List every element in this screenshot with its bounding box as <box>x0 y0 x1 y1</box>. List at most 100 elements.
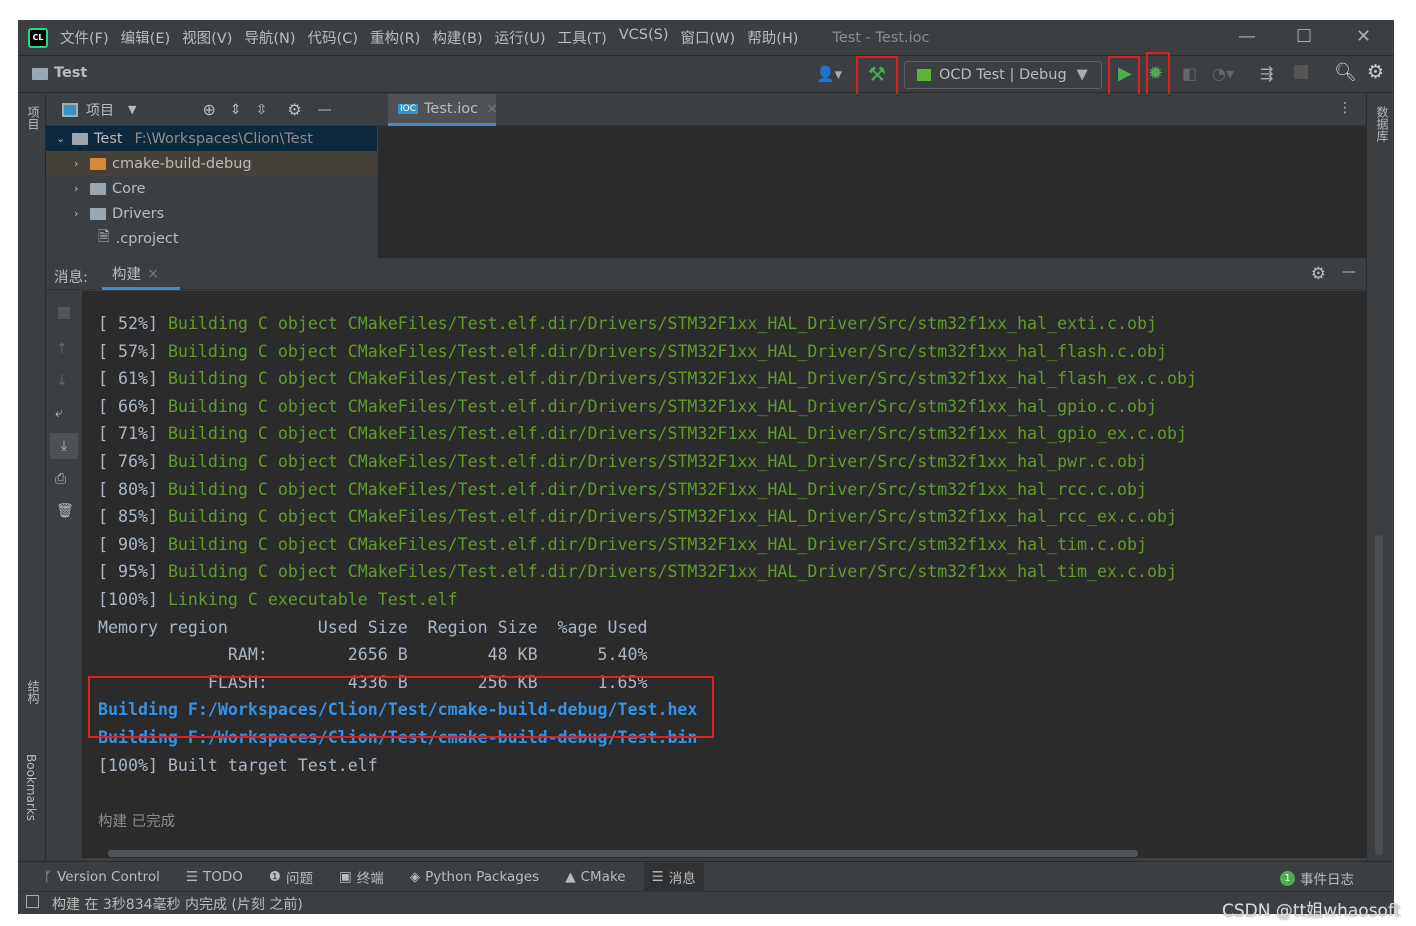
close-tab-icon[interactable]: × <box>147 266 159 282</box>
tree-item[interactable]: ⌄ Test F:\Workspaces\Clion\Test <box>46 126 377 151</box>
toolwindow-label: 终端 <box>356 870 384 887</box>
navigation-bar: Test 👤▾ ⚒ OCD Test | Debug ▼ ▶ ✹ ◧ ◔▾ ⇶ … <box>18 57 1394 93</box>
menu-item[interactable]: 帮助(H) <box>747 27 798 48</box>
menu-item[interactable]: 运行(U) <box>495 27 546 48</box>
minimize-button[interactable]: — <box>1238 26 1256 47</box>
menu-item[interactable]: 代码(C) <box>308 27 358 48</box>
menu-item[interactable]: 导航(N) <box>244 27 295 48</box>
project-tool-button[interactable]: 项目 <box>25 106 42 130</box>
tab-label: 构建 <box>112 267 141 283</box>
tree-item[interactable]: › Core <box>46 176 377 201</box>
search-icon[interactable]: 🔍︎ <box>1334 62 1357 83</box>
toolwindow-label: 消息 <box>668 870 696 887</box>
chevron-right-icon[interactable]: › <box>74 157 90 170</box>
toolwindow-terminal[interactable]: ▣ 终端 <box>339 867 384 887</box>
attach-icon[interactable]: ⇶ <box>1260 64 1273 83</box>
scroll-to-end-icon[interactable]: ⤓ <box>50 433 78 459</box>
project-view-icon <box>62 102 78 117</box>
toolwindow-cmake[interactable]: ▲ CMake <box>565 869 625 885</box>
gear-icon[interactable]: ⚙ <box>1367 61 1384 83</box>
folder-icon <box>90 207 106 220</box>
soft-wrap-icon[interactable]: ⤶ <box>55 405 63 421</box>
menu-item[interactable]: 构建(B) <box>432 27 482 48</box>
bookmarks-tool-button[interactable]: Bookmarks <box>24 754 38 821</box>
menu-item[interactable]: 窗口(W) <box>681 27 736 48</box>
tree-item[interactable]: › Drivers <box>46 201 377 226</box>
chevron-right-icon[interactable]: › <box>74 207 90 220</box>
problems-icon: ❶ <box>268 868 281 885</box>
menu-item[interactable]: 重构(R) <box>370 27 420 48</box>
file-icon: 🗎 <box>98 229 110 245</box>
expand-all-icon[interactable]: ⇕ <box>230 102 242 118</box>
database-tool-button[interactable]: 数据库 <box>1374 106 1391 142</box>
folder-icon <box>90 157 106 170</box>
close-tab-icon[interactable]: × <box>486 101 498 117</box>
menu-item[interactable]: 工具(T) <box>558 27 607 48</box>
run-config-select[interactable]: OCD Test | Debug ▼ <box>904 61 1102 89</box>
horizontal-scrollbar[interactable] <box>108 850 1138 857</box>
progress-prefix: [ 61%] <box>98 369 168 389</box>
hide-icon[interactable]: — <box>318 102 332 118</box>
arrow-up-icon[interactable]: ↑ <box>56 341 68 357</box>
toolwindow-label: TODO <box>202 868 243 885</box>
profile-icon[interactable]: ◔▾ <box>1212 64 1234 83</box>
console-line: [ 80%] Building C object CMakeFiles/Test… <box>98 476 1147 503</box>
menu-item[interactable]: 视图(V) <box>182 27 232 48</box>
chevron-down-icon[interactable]: ▼ <box>128 103 136 116</box>
tab-test-ioc[interactable]: IOC Test.ioc × <box>388 94 498 126</box>
debug-highlight <box>1146 52 1170 98</box>
user-icon[interactable]: 👤▾ <box>816 65 842 83</box>
more-icon[interactable]: ⋮ <box>1338 100 1352 116</box>
tree-item[interactable]: 🗎 .cproject <box>46 226 377 251</box>
watermark: CSDN @tt姐whaosoft <box>1222 901 1401 921</box>
stop-icon[interactable] <box>58 307 70 319</box>
menu-item[interactable]: VCS(S) <box>619 27 669 48</box>
tab-build[interactable]: 构建 × <box>102 260 180 290</box>
structure-tool-button[interactable]: 结构 <box>25 680 42 704</box>
progress-prefix: [ 76%] <box>98 452 168 471</box>
vertical-scrollbar[interactable] <box>1375 535 1383 855</box>
console-line: [ 85%] Building C object CMakeFiles/Test… <box>98 503 1177 530</box>
progress-prefix: [ 71%] <box>98 424 168 444</box>
console-text: Building C object CMakeFiles/Test.elf.di… <box>167 562 1177 582</box>
toolwindow-todo[interactable]: ☰ TODO <box>186 869 243 885</box>
toolwindow-version-control[interactable]: ᚴ Version Control <box>44 869 160 885</box>
toolwindow-label: CMake <box>580 868 626 885</box>
close-button[interactable]: ✕ <box>1356 26 1371 47</box>
console-line: [ 66%] Building C object CMakeFiles/Test… <box>98 393 1157 420</box>
trash-icon[interactable]: 🗑︎ <box>56 503 74 519</box>
toolwindow-problems[interactable]: ❶ 问题 <box>269 867 313 887</box>
tree-item-label: Test <box>94 130 123 147</box>
toolwindow-messages[interactable]: ☰ 消息 <box>643 862 704 891</box>
locate-icon[interactable]: ⊕ <box>202 100 215 119</box>
arrow-down-icon[interactable]: ↓ <box>56 373 68 389</box>
coverage-icon[interactable]: ◧ <box>1182 64 1197 83</box>
toolwindow-python-packages[interactable]: ◈ Python Packages <box>410 869 539 885</box>
print-icon[interactable]: ⎙ <box>55 471 66 487</box>
chevron-right-icon[interactable]: › <box>74 182 90 195</box>
hide-icon[interactable]: — <box>1342 264 1356 280</box>
messages-label: 消息: <box>54 270 88 286</box>
collapse-all-icon[interactable]: ⇳ <box>256 102 268 118</box>
menu-item[interactable]: 文件(F) <box>60 27 109 48</box>
console-text: Building C object CMakeFiles/Test.elf.di… <box>167 314 1157 333</box>
maximize-button[interactable]: ☐ <box>1296 26 1312 47</box>
menubar: CL 文件(F) 编辑(E) 视图(V) 导航(N) 代码(C) 重构(R) 构建(B) 运行… <box>18 20 1394 56</box>
event-log-button[interactable]: 1 事件日志 <box>1280 868 1354 888</box>
todo-icon: ☰ <box>185 868 198 885</box>
version-control-icon: ᚴ <box>44 868 53 885</box>
toolwindow-label: Version Control <box>57 868 160 885</box>
tree-item[interactable]: › cmake-build-debug <box>46 151 377 176</box>
stop-icon[interactable] <box>1294 65 1308 79</box>
messages-icon: ☰ <box>651 868 664 885</box>
build-console[interactable]: [ 52%] Building C object CMakeFiles/Test… <box>82 291 1366 858</box>
chevron-down-icon[interactable]: ⌄ <box>56 132 72 145</box>
toggle-panel-icon[interactable] <box>26 895 39 908</box>
project-view-select[interactable]: 项目 <box>86 100 114 120</box>
gear-icon[interactable]: ⚙ <box>287 100 301 119</box>
menu-item[interactable]: 编辑(E) <box>121 27 170 48</box>
console-text: RAM: 2656 B 48 KB 5.40% <box>98 645 648 665</box>
gear-icon[interactable]: ⚙ <box>1311 264 1326 284</box>
progress-prefix: [ 52%] <box>98 314 168 333</box>
project-breadcrumb[interactable]: Test <box>54 65 87 81</box>
